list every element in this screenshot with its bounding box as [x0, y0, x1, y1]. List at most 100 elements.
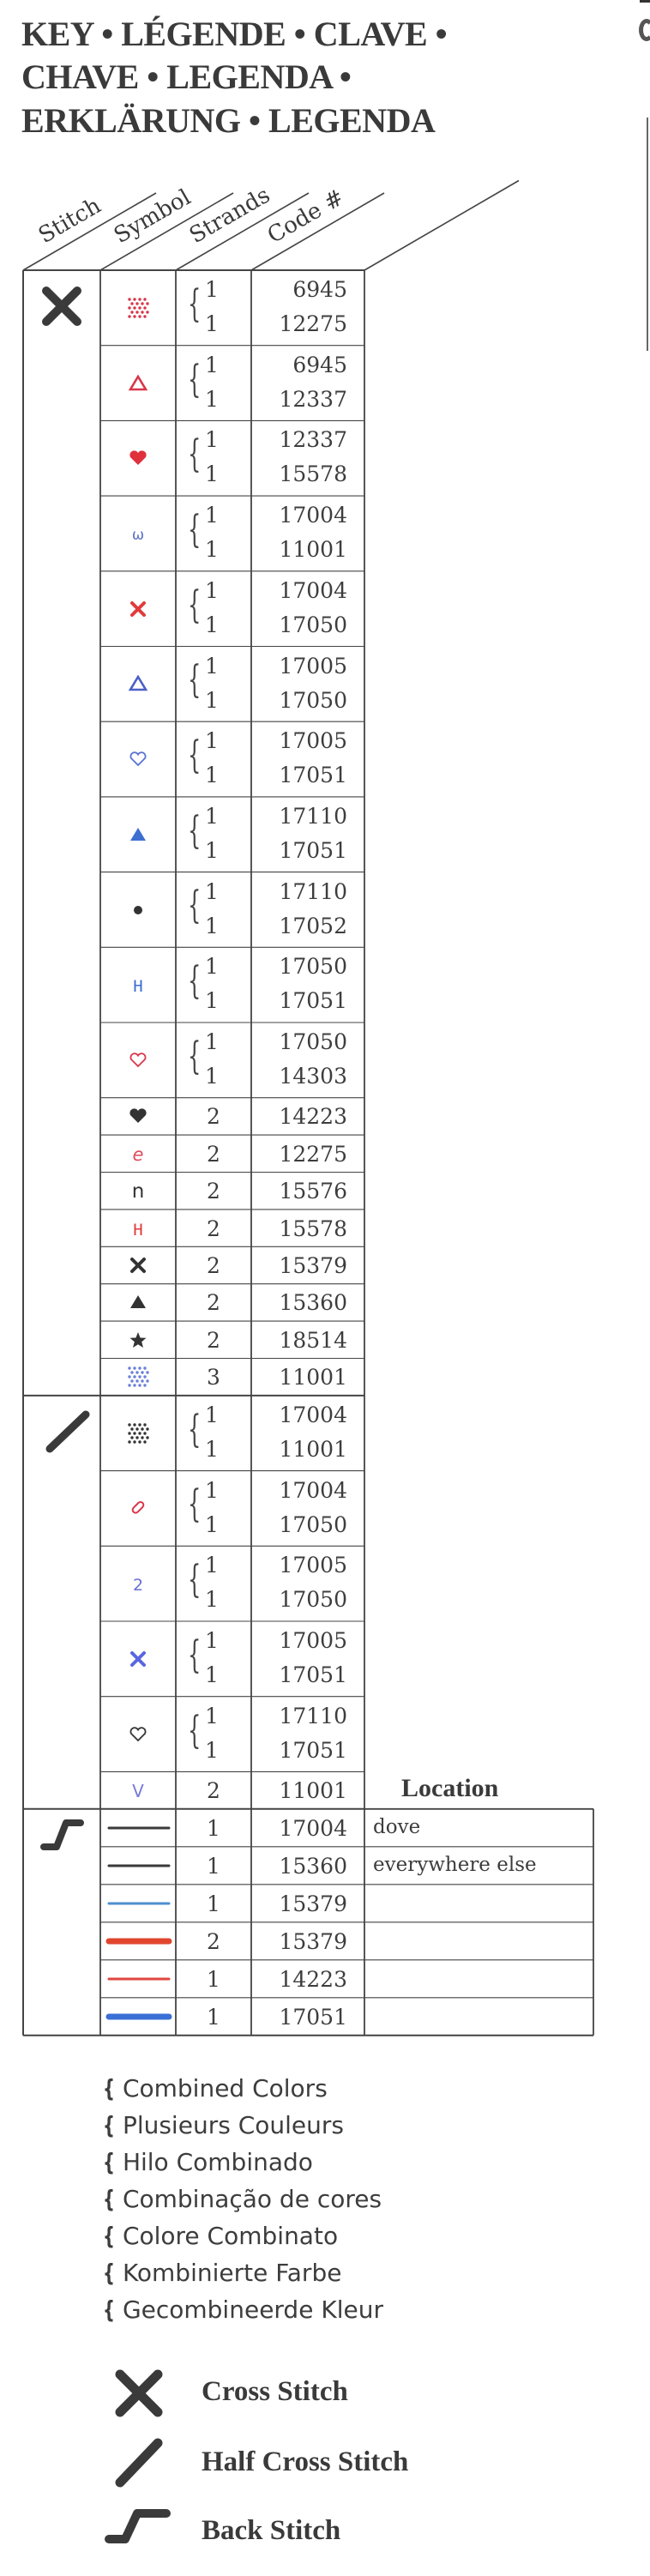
strands-value: 1: [205, 311, 219, 336]
code-value: 17051: [279, 1662, 347, 1687]
combined-brace-icon: {: [188, 1632, 202, 1677]
half-cross-stitch-label: Half Cross Stitch: [202, 2446, 409, 2477]
backstitch-line-swatch: [105, 2013, 172, 2020]
triangle-outline-icon: [121, 366, 155, 401]
code-value: 17005: [279, 653, 347, 679]
combined-brace-icon: {: [188, 1558, 202, 1602]
code-value: 15360: [279, 1290, 347, 1316]
code-value: 6945: [292, 277, 347, 302]
strands-value: 1: [205, 763, 219, 788]
strands-value: 1: [207, 1815, 220, 1841]
code-value: 11001: [279, 1365, 347, 1391]
location-value: dove: [373, 1815, 421, 1838]
x-mark-icon: [121, 1248, 155, 1282]
code-value: 15578: [279, 462, 347, 487]
triangle-outline-icon: [121, 667, 155, 701]
code-value: 17051: [279, 1737, 347, 1763]
svg-text:n: n: [132, 1180, 145, 1203]
code-value: 17050: [279, 1029, 347, 1054]
strands-value: 1: [205, 1402, 219, 1427]
svg-text:e: e: [133, 1144, 144, 1165]
code-value: 17004: [279, 577, 347, 603]
strands-value: 1: [207, 1966, 220, 1992]
code-value: 12337: [279, 427, 347, 453]
code-value: 17050: [279, 612, 347, 637]
code-value: 17005: [279, 1628, 347, 1653]
heart-outline-icon: [121, 1717, 155, 1752]
brace-icon: {: [102, 2222, 115, 2250]
x-mark-icon: [121, 592, 155, 626]
triangle-filled-icon: [121, 817, 155, 852]
combined-brace-icon: {: [188, 1407, 202, 1451]
code-value: 15576: [279, 1179, 347, 1204]
strands-value: 2: [207, 1179, 220, 1204]
code-value: 17004: [279, 1402, 347, 1427]
letter-h-icon: H: [121, 1211, 155, 1246]
code-value: 11001: [279, 1436, 347, 1462]
combined-brace-icon: {: [188, 959, 202, 1004]
strands-value: 1: [207, 1853, 220, 1879]
letter-n-icon: n: [121, 1173, 155, 1208]
code-value: 17050: [279, 954, 347, 980]
code-value: 17052: [279, 913, 347, 938]
backstitch-line-swatch: [105, 1938, 172, 1945]
combined-brace-icon: {: [188, 1482, 202, 1527]
code-value: 15379: [279, 1928, 347, 1954]
code-value: 12337: [279, 386, 347, 412]
strands-value: 1: [205, 878, 219, 904]
code-value: 17051: [279, 837, 347, 863]
heart-outline-icon: [121, 1043, 155, 1077]
combined-brace-icon: {: [188, 808, 202, 853]
combined-brace-icon: {: [188, 884, 202, 928]
back-stitch-label: Back Stitch: [202, 2515, 341, 2546]
link-outline-icon: [121, 1491, 155, 1525]
back-stitch-icon: [40, 1819, 84, 1850]
strands-value: 1: [205, 1662, 219, 1687]
strands-value: 1: [205, 728, 219, 754]
strands-value: 1: [205, 1477, 219, 1503]
x-mark-icon: [121, 1642, 155, 1676]
code-value: 17050: [279, 1511, 347, 1537]
code-value: 17110: [279, 1703, 347, 1728]
code-value: 14223: [279, 1966, 347, 1992]
cross-stitch-label: Cross Stitch: [202, 2376, 348, 2407]
strands-value: 1: [205, 913, 219, 938]
combined-brace-icon: {: [188, 733, 202, 778]
code-value: 14303: [279, 1064, 347, 1089]
strands-value: 1: [207, 2004, 220, 2030]
backstitch-line-swatch: [107, 1902, 171, 1905]
strands-value: 1: [205, 803, 219, 829]
code-value: 17005: [279, 728, 347, 754]
code-value: 17110: [279, 803, 347, 829]
svg-text:H: H: [133, 977, 142, 996]
code-value: 17051: [279, 2004, 347, 2030]
half-cross-stitch-icon: [45, 1410, 90, 1453]
strands-value: 2: [207, 1778, 220, 1804]
brace-icon: {: [102, 2259, 115, 2287]
strands-value: 2: [207, 1141, 220, 1167]
combined-brace-icon: {: [188, 1034, 202, 1078]
combined-brace-icon: {: [188, 281, 202, 326]
brace-icon: {: [102, 2074, 115, 2102]
cross-stitch-icon: [115, 2369, 163, 2417]
strands-value: 1: [205, 462, 219, 487]
strands-value: 1: [205, 988, 219, 1014]
backstitch-line-swatch: [107, 1977, 171, 1981]
code-value: 17050: [279, 687, 347, 713]
heart-outline-icon: [121, 742, 155, 776]
code-value: 15379: [279, 1891, 347, 1916]
strands-value: 2: [207, 1253, 220, 1278]
code-value: 17004: [279, 1815, 347, 1841]
brace-icon: {: [102, 2295, 115, 2324]
combined-brace-icon: {: [188, 1708, 202, 1753]
brace-icon: {: [102, 2185, 115, 2213]
strands-value: 2: [207, 1327, 220, 1353]
heart-filled-icon: [121, 441, 155, 475]
legend-line: {Gecombineerde Kleur: [102, 2295, 383, 2324]
strands-value: 1: [205, 1511, 219, 1537]
strands-value: 2: [207, 1216, 220, 1241]
legend-line: {Kombinierte Farbe: [102, 2259, 342, 2287]
legend-line: {Combined Colors: [102, 2074, 328, 2102]
strands-value: 1: [205, 1553, 219, 1578]
strands-value: 1: [205, 277, 219, 302]
